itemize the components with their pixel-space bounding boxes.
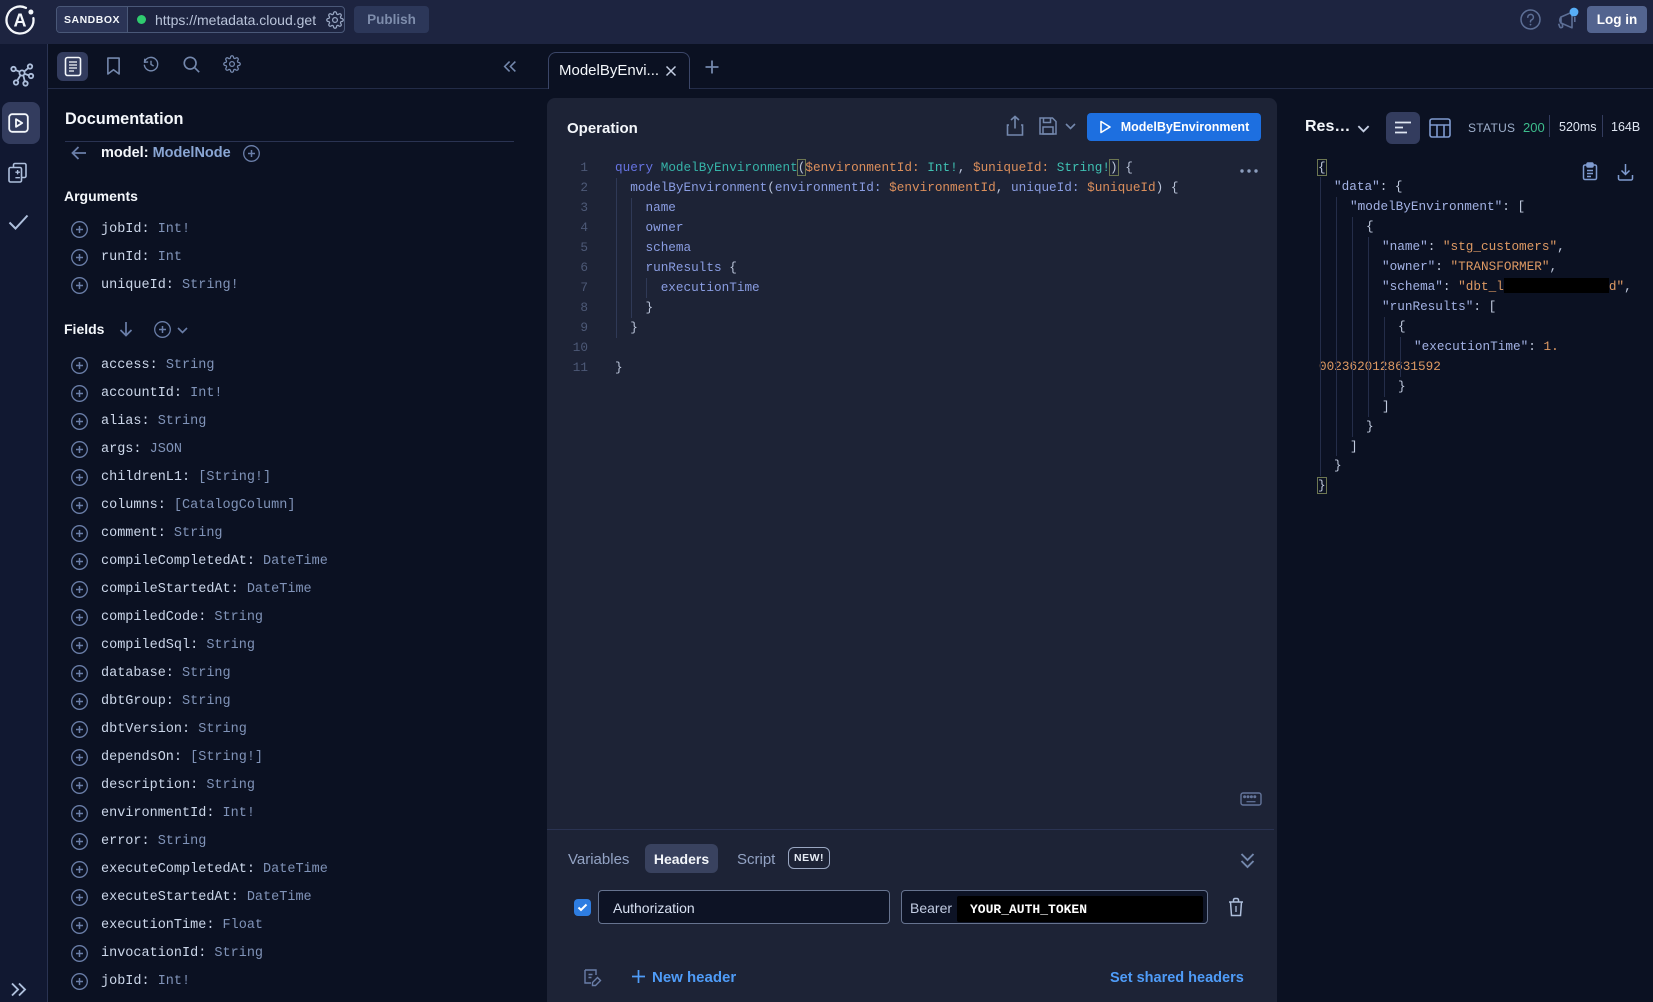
- svg-text:A: A: [14, 11, 27, 31]
